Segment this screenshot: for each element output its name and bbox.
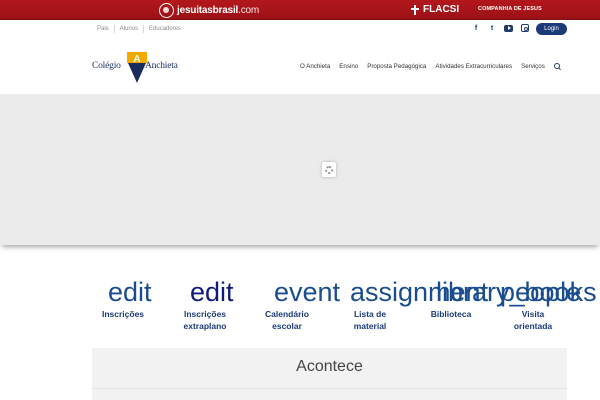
logo-letter: A [133,54,140,65]
inscricoes-extraplano-label-1[interactable]: Inscrições [174,308,236,320]
acontece-title: Acontece [296,358,363,375]
twitter-icon[interactable]: t [488,24,496,32]
search-icon[interactable] [553,63,561,70]
login-button[interactable]: Login [536,23,567,35]
nav-item-servicos[interactable]: Serviços [521,63,545,70]
inscricoes-extraplano-icon[interactable]: edit [190,277,234,307]
inscricoes-extraplano-label-2[interactable]: extraplano [174,320,236,332]
section-divider [92,388,567,389]
calendario-label-1[interactable]: Calendário [256,308,318,320]
acontece-section: Acontece [92,348,567,400]
nav-item-o-anchieta[interactable]: O Anchieta [300,63,330,70]
visita-orientada-label-1[interactable]: Visita [502,308,564,320]
nav-item-atividades-extracurriculares[interactable]: Atividades Extracurriculares [435,63,512,70]
logo-mark-icon: A [127,52,147,83]
youtube-icon[interactable] [504,24,513,32]
jesuitas-brasil-text: jesuitasbrasil [177,4,239,16]
lista-material-label-2[interactable]: material [340,320,400,332]
page: jesuitasbrasil.com FLACSI COMPANHIA DE J… [0,0,600,400]
main-nav: O Anchieta Ensino Proposta Pedagógica At… [300,63,561,70]
inscricoes-icon[interactable]: edit [108,277,152,307]
jesuitas-brasil-link[interactable]: jesuitasbrasil.com [159,2,259,18]
logo-text-left: Colégio [92,61,121,71]
audience-nav: Pais Alunos Educadores [92,25,186,33]
logo-text-right: Anchieta [145,61,178,71]
facebook-icon[interactable]: f [472,24,480,32]
flacsi-link[interactable]: FLACSI [411,4,459,15]
colegio-anchieta-logo[interactable]: Colégio A Anchieta [92,52,187,83]
visita-orientada-icon[interactable]: people [500,277,581,307]
audience-link-pais[interactable]: Pais [92,25,115,33]
loading-spinner-icon [322,162,336,177]
audience-link-alunos[interactable]: Alunos [115,25,145,33]
inscricoes-label[interactable]: Inscrições [95,308,151,320]
flacsi-text: FLACSI [423,4,460,15]
lista-material-label-1[interactable]: Lista de [340,308,400,320]
jesuitas-brasil-suffix: .com [238,4,259,16]
nav-item-ensino[interactable]: Ensino [339,63,358,70]
biblioteca-label[interactable]: Biblioteca [420,308,482,320]
hero-slider[interactable] [0,94,600,245]
sun-icon [159,2,174,18]
visita-orientada-label-2[interactable]: orientada [502,320,564,332]
calendario-label-2[interactable]: escolar [256,320,318,332]
instagram-icon[interactable] [521,24,529,32]
companhia-de-jesus-link[interactable]: COMPANHIA DE JESUS [478,6,542,12]
social-links: f t [472,24,529,32]
cross-icon [411,4,420,15]
calendario-icon[interactable]: event [274,277,340,307]
spinner-dots [325,165,333,174]
top-bar: jesuitasbrasil.com FLACSI COMPANHIA DE J… [0,0,600,20]
nav-item-proposta-pedagogica[interactable]: Proposta Pedagógica [367,63,426,70]
audience-link-educadores[interactable]: Educadores [144,25,186,33]
